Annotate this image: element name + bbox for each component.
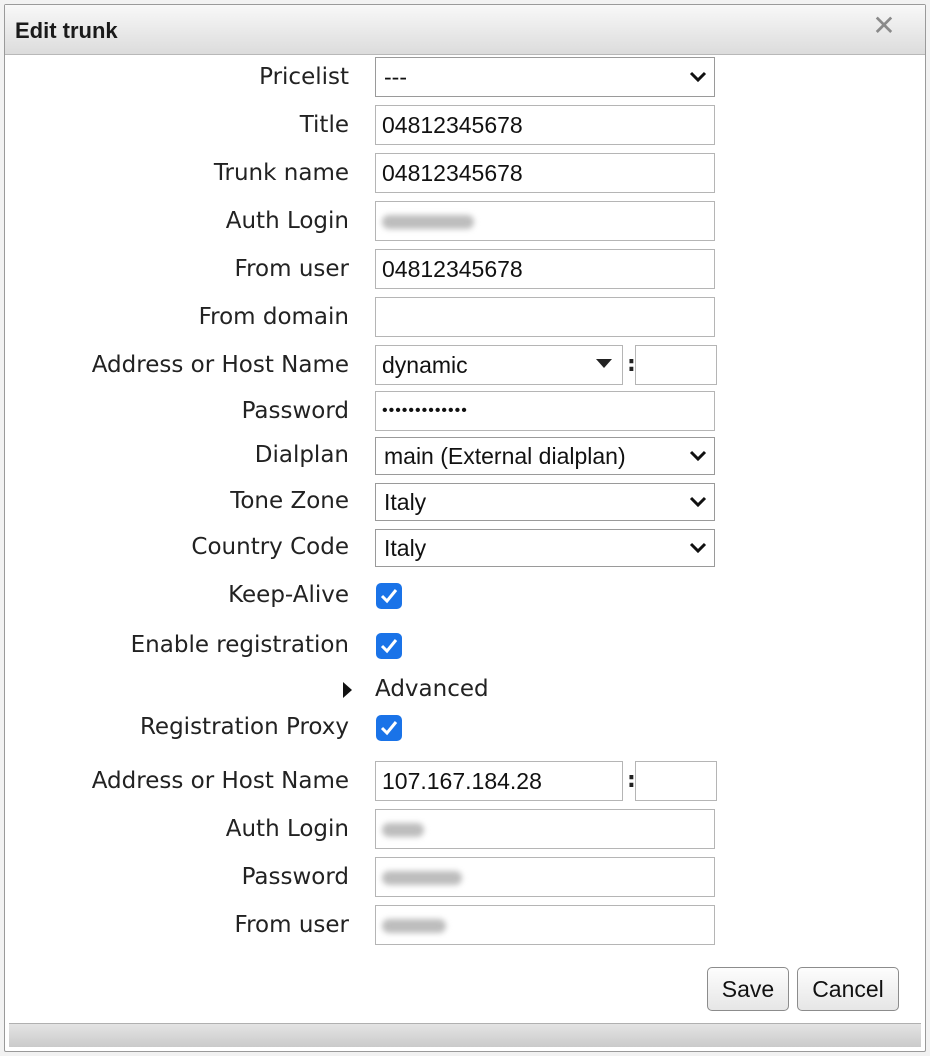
- checkmark-icon: [380, 639, 398, 654]
- port-input[interactable]: [635, 345, 717, 385]
- close-icon[interactable]: ✕: [869, 11, 899, 41]
- proxy-host-label: Address or Host Name: [91, 768, 349, 794]
- proxy-port-input[interactable]: [635, 761, 717, 801]
- cancel-button[interactable]: Cancel: [797, 967, 899, 1011]
- chevron-down-icon: [689, 542, 707, 554]
- country-code-select[interactable]: Italy: [375, 529, 715, 567]
- from-user-label: From user: [234, 256, 349, 282]
- password-input[interactable]: •••••••••••••: [375, 391, 715, 431]
- from-domain-label: From domain: [198, 304, 349, 330]
- redacted-value: [382, 823, 424, 837]
- expand-arrow-icon[interactable]: [343, 682, 352, 698]
- host-combobox[interactable]: dynamic: [375, 345, 623, 385]
- auth-login-input[interactable]: [375, 201, 715, 241]
- trunk-name-input[interactable]: 04812345678: [375, 153, 715, 193]
- proxy-host-input[interactable]: 107.167.184.28: [375, 761, 623, 801]
- pricelist-label: Pricelist: [259, 64, 349, 90]
- from-domain-input[interactable]: [375, 297, 715, 337]
- registration-proxy-checkbox[interactable]: [376, 715, 402, 741]
- host-label: Address or Host Name: [91, 352, 349, 378]
- tone-zone-value: Italy: [384, 489, 427, 515]
- checkmark-icon: [380, 589, 398, 604]
- pricelist-value: ---: [384, 64, 407, 90]
- pricelist-select[interactable]: ---: [375, 57, 715, 97]
- country-code-label: Country Code: [191, 534, 349, 560]
- advanced-toggle[interactable]: Advanced: [375, 675, 489, 703]
- proxy-from-user-input[interactable]: [375, 905, 715, 945]
- tone-zone-select[interactable]: Italy: [375, 483, 715, 521]
- proxy-auth-login-input[interactable]: [375, 809, 715, 849]
- auth-login-label: Auth Login: [225, 208, 349, 234]
- proxy-auth-login-label: Auth Login: [225, 816, 349, 842]
- save-button[interactable]: Save: [707, 967, 789, 1011]
- keep-alive-label: Keep-Alive: [228, 582, 349, 608]
- proxy-password-input[interactable]: [375, 857, 715, 897]
- from-user-input[interactable]: 04812345678: [375, 249, 715, 289]
- edit-trunk-dialog: Edit trunk ✕ Pricelist --- Title 0481234…: [4, 4, 926, 1052]
- dialog-footer-bar: [9, 1023, 921, 1047]
- title-label: Title: [299, 112, 349, 138]
- chevron-down-icon: [689, 450, 707, 462]
- dialog-title: Edit trunk: [15, 18, 118, 43]
- keep-alive-checkbox[interactable]: [376, 583, 402, 609]
- host-value: dynamic: [382, 352, 468, 378]
- redacted-value: [382, 215, 474, 229]
- title-input[interactable]: 04812345678: [375, 105, 715, 145]
- dialog-titlebar[interactable]: Edit trunk ✕: [5, 5, 925, 55]
- dropdown-arrow-icon[interactable]: [596, 359, 612, 368]
- chevron-down-icon: [689, 71, 707, 83]
- dialplan-value: main (External dialplan): [384, 443, 626, 469]
- checkmark-icon: [380, 721, 398, 736]
- redacted-value: [382, 871, 462, 885]
- trunk-name-label: Trunk name: [213, 160, 349, 186]
- redacted-value: [382, 919, 446, 933]
- enable-registration-checkbox[interactable]: [376, 633, 402, 659]
- country-code-value: Italy: [384, 535, 427, 561]
- registration-proxy-label: Registration Proxy: [139, 714, 349, 740]
- chevron-down-icon: [689, 496, 707, 508]
- proxy-from-user-label: From user: [234, 912, 349, 938]
- tone-zone-label: Tone Zone: [230, 488, 349, 514]
- dialplan-label: Dialplan: [254, 442, 349, 468]
- dialplan-select[interactable]: main (External dialplan): [375, 437, 715, 475]
- enable-registration-label: Enable registration: [130, 632, 349, 658]
- proxy-password-label: Password: [241, 864, 349, 890]
- password-label: Password: [241, 398, 349, 424]
